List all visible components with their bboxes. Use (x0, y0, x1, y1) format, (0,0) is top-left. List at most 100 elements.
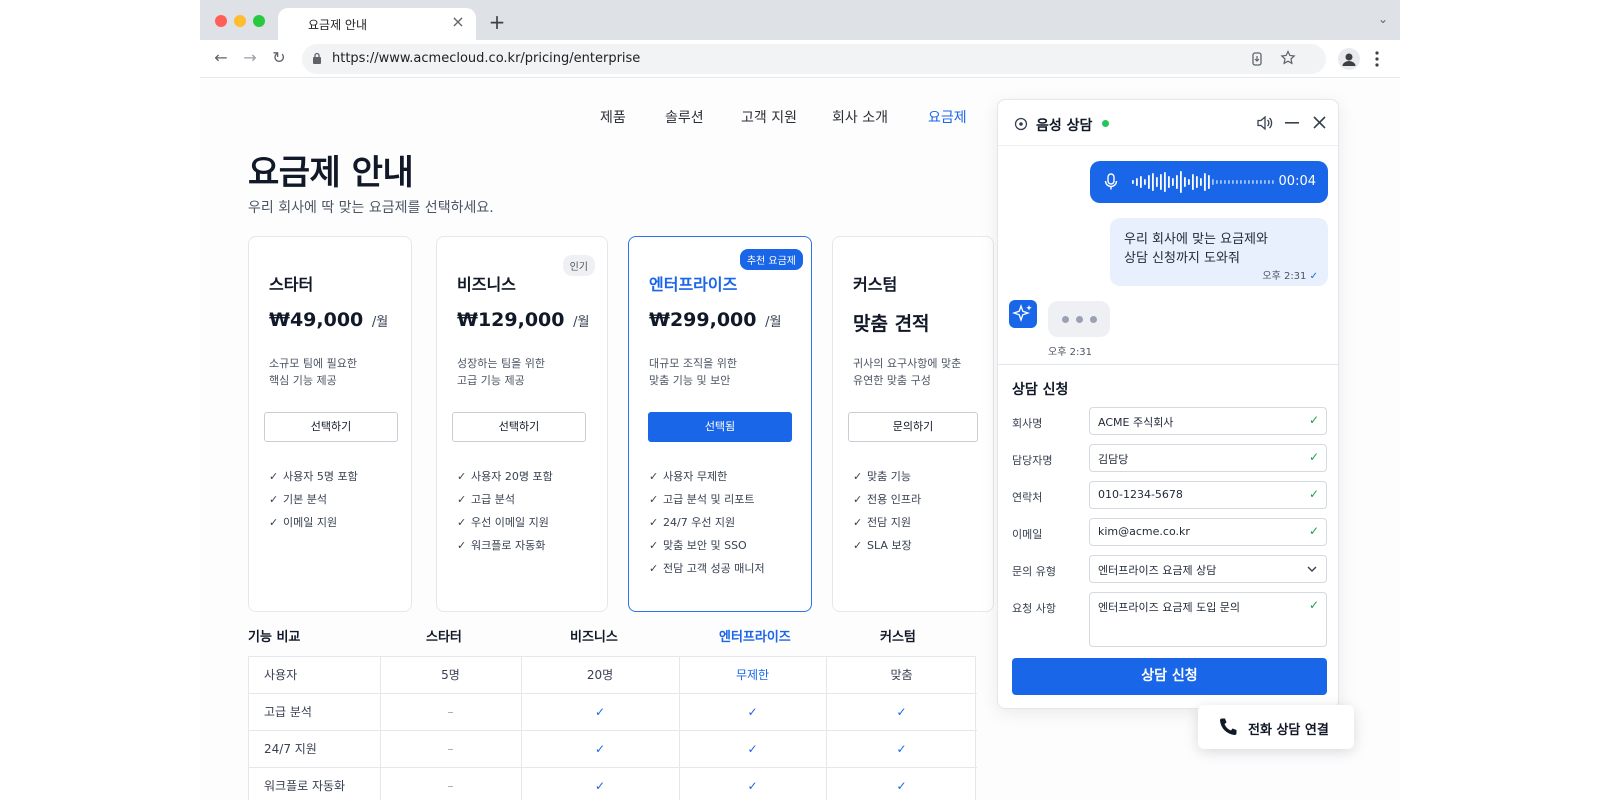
phone-field[interactable]: 010-1234-5678 ✓ (1089, 481, 1327, 509)
feature-item: ✓ 24/7 우선 지원 (649, 516, 736, 529)
check-icon: ✓ (457, 516, 467, 529)
install-app-icon[interactable] (1250, 51, 1264, 67)
plan-name: 스타터 (269, 275, 314, 294)
check-icon: ✓ (457, 539, 467, 552)
feature-list: ✓ 사용자 5명 포함 ✓ 기본 분석 ✓ 이메일 지원 (269, 468, 358, 537)
submit-consult-button[interactable]: 상담 신청 (1012, 658, 1327, 695)
table-cell: 무제한 (735, 668, 770, 682)
feature-item: ✓ 고급 분석 (457, 493, 515, 506)
recommended-badge: 추천 요금제 (739, 249, 803, 270)
feature-item: ✓ 사용자 20명 포함 (457, 470, 553, 483)
comparison-column-header: 커스텀 (880, 630, 916, 645)
nav-item-solutions[interactable]: 솔루션 (665, 107, 704, 127)
row-label: 사용자 (264, 668, 298, 682)
speaker-icon[interactable] (1256, 115, 1274, 131)
forward-icon[interactable]: → (239, 48, 261, 67)
read-check-icon: ✓ (1309, 271, 1318, 282)
email-field[interactable]: kim@acme.co.kr ✓ (1089, 518, 1327, 546)
table-cell: 맞춤 (890, 668, 913, 682)
table-cell: – (447, 779, 454, 793)
plan-description: 대규모 조직을 위한 맞춤 기능 및 보안 (649, 357, 737, 387)
check-icon: ✓ (747, 742, 758, 756)
back-icon[interactable]: ← (210, 48, 232, 67)
company-field[interactable]: ACME 주식회사 ✓ (1089, 407, 1327, 435)
minimize-window-button[interactable] (234, 15, 246, 27)
message-timestamp: 오후 2:31 ✓ (1262, 271, 1318, 282)
nav-item-support[interactable]: 고객 지원 (741, 107, 797, 127)
pricing-page: 제품 솔루션 고객 지원 회사 소개 요금제 요금제 안내 우리 회사에 딱 맞… (200, 79, 1400, 800)
nav-item-products[interactable]: 제품 (600, 107, 626, 127)
comparison-table: 사용자 5명 20명 무제한 맞춤 고급 분석 – ✓ ✓ ✓ 24/7 지원 … (248, 656, 977, 800)
request-textarea[interactable]: 엔터프라이즈 요금제 도입 문의 ✓ (1089, 592, 1327, 647)
url-text: https://www.acmecloud.co.kr/pricing/ente… (332, 51, 641, 66)
feature-item: ✓ 고급 분석 및 리포트 (649, 493, 755, 506)
check-icon: ✓ (747, 705, 758, 719)
tab-close-icon[interactable]: × (448, 12, 468, 31)
feature-item: ✓ 맞춤 보안 및 SSO (649, 539, 747, 552)
contact-name-field[interactable]: 김담당 ✓ (1089, 444, 1327, 472)
plan-name: 비즈니스 (457, 275, 516, 294)
voice-consult-panel: 음성 상담 00:04 우리 회사에 맞는 요금제와 상담 신청까지 도와줘 오… (997, 99, 1339, 709)
voice-message[interactable]: 00:04 (1090, 161, 1328, 203)
table-row: 워크플로 자동화 – ✓ ✓ ✓ (249, 768, 977, 800)
check-icon: ✓ (269, 516, 279, 529)
waveform-icon (1132, 171, 1274, 193)
table-cell: – (447, 742, 454, 756)
check-icon: ✓ (594, 742, 606, 756)
check-icon: ✓ (594, 705, 606, 719)
address-bar[interactable]: https://www.acmecloud.co.kr/pricing/ente… (302, 44, 1326, 74)
microphone-icon (1104, 173, 1118, 190)
nav-item-about[interactable]: 회사 소개 (832, 107, 888, 127)
plan-name: 커스텀 (853, 275, 898, 294)
typing-indicator (1048, 301, 1110, 337)
phone-label: 연락처 (1012, 491, 1043, 504)
close-icon[interactable] (1313, 116, 1326, 129)
reload-icon[interactable]: ↻ (268, 48, 290, 67)
phone-icon (1220, 718, 1237, 735)
plan-description: 귀사의 요구사항에 맞춘 유연한 맞춤 구성 (853, 357, 962, 387)
check-icon: ✓ (896, 705, 907, 719)
bookmark-star-icon[interactable] (1280, 50, 1296, 66)
close-window-button[interactable] (215, 15, 227, 27)
plan-description: 성장하는 팀을 위한 고급 기능 제공 (457, 357, 545, 387)
request-label: 요청 사항 (1012, 602, 1056, 615)
page-title: 요금제 안내 (248, 153, 414, 193)
check-icon: ✓ (896, 779, 907, 793)
plan-card-starter: 스타터 ₩49,000 /월 소규모 팀에 필요한 핵심 기능 제공 선택하기 ✓… (248, 236, 412, 612)
check-icon: ✓ (1308, 450, 1319, 464)
table-cell: 5명 (441, 668, 460, 682)
feature-item: ✓ 전담 지원 (853, 516, 911, 529)
contact-custom-button[interactable]: 문의하기 (848, 412, 978, 442)
comparison-column-header: 비즈니스 (570, 630, 618, 645)
check-icon: ✓ (1308, 598, 1319, 612)
chevron-down-icon (1307, 566, 1317, 572)
table-cell: 20명 (586, 668, 614, 682)
check-icon: ✓ (1308, 487, 1319, 501)
more-menu-icon[interactable] (1374, 51, 1380, 67)
phone-consult-button[interactable]: 전화 상담 연결 (1198, 705, 1354, 749)
select-starter-button[interactable]: 선택하기 (264, 412, 398, 442)
check-icon: ✓ (649, 516, 659, 529)
plan-price: 맞춤 견적 (853, 313, 930, 335)
minimize-icon[interactable] (1285, 122, 1299, 124)
profile-avatar-icon[interactable] (1338, 48, 1360, 70)
nav-item-pricing[interactable]: 요금제 (928, 107, 967, 127)
check-icon: ✓ (896, 742, 907, 756)
selected-enterprise-button[interactable]: 선택됨 (648, 412, 792, 442)
select-business-button[interactable]: 선택하기 (452, 412, 586, 442)
check-icon: ✓ (853, 539, 863, 552)
plan-card-business: 인기 비즈니스 ₩129,000 /월 성장하는 팀을 위한 고급 기능 제공 선… (436, 236, 608, 612)
check-icon: ✓ (269, 493, 279, 506)
comparison-column-header: 스타터 (426, 630, 462, 645)
comparison-title: 기능 비교 (248, 630, 301, 645)
plan-price: ₩299,000 /월 (649, 309, 782, 331)
active-tab[interactable]: 요금제 안내 × (278, 8, 476, 40)
feature-item: ✓ 사용자 5명 포함 (269, 470, 358, 483)
browser-toolbar: ← → ↻ https://www.acmecloud.co.kr/pricin… (200, 40, 1400, 78)
tab-menu-icon[interactable]: ⌄ (1378, 12, 1388, 26)
inquiry-type-select[interactable]: 엔터프라이즈 요금제 상담 (1089, 555, 1327, 583)
company-label: 회사명 (1012, 417, 1043, 430)
new-tab-button[interactable]: + (486, 10, 508, 34)
maximize-window-button[interactable] (253, 15, 265, 27)
check-icon: ✓ (649, 493, 659, 506)
